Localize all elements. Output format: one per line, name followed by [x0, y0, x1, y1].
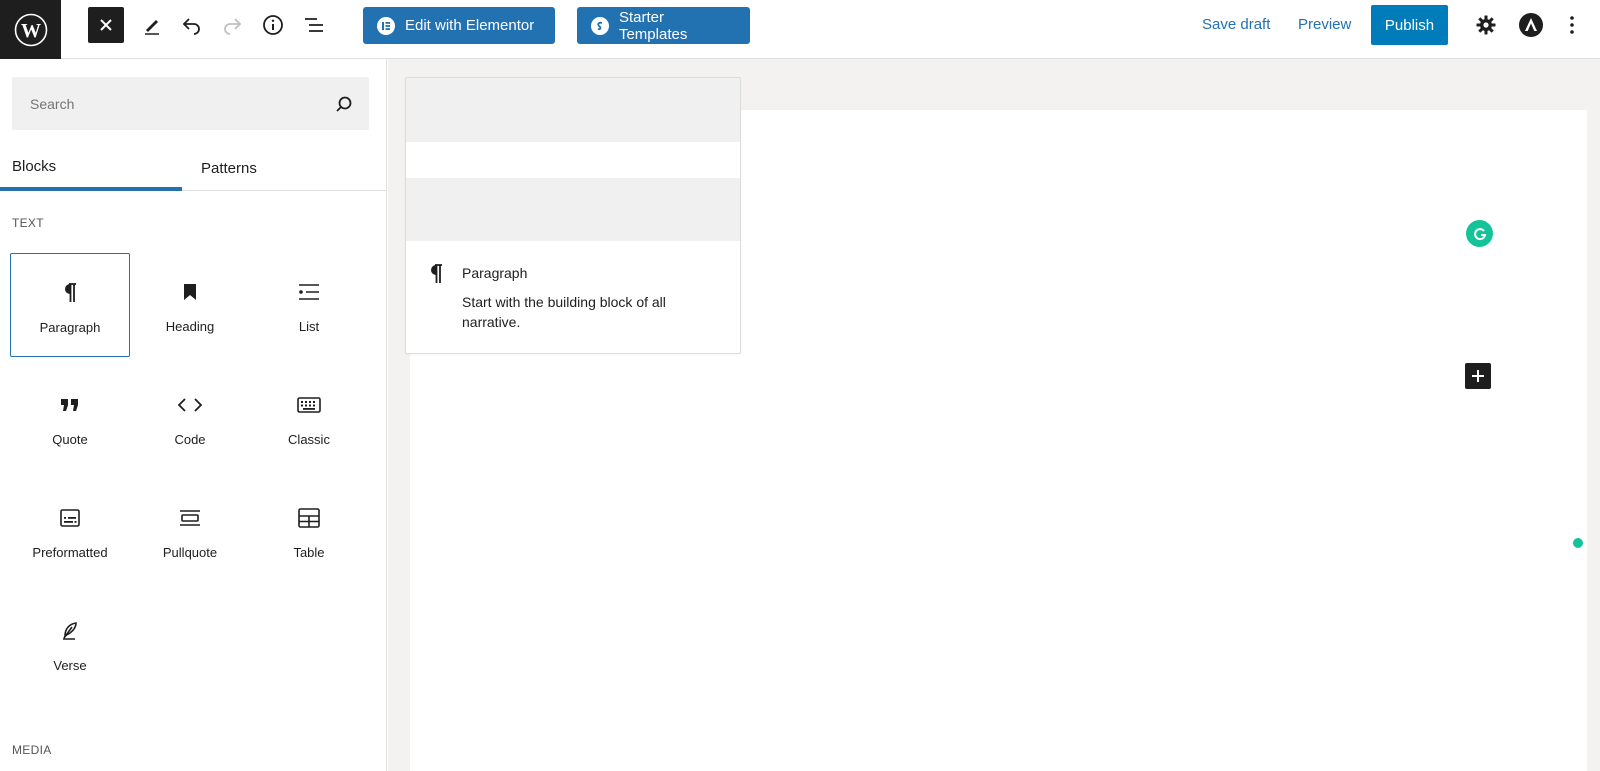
- block-label: Quote: [52, 432, 88, 447]
- list-icon: [298, 280, 320, 304]
- inserter-tabs: Blocks Patterns: [0, 145, 386, 191]
- preformatted-icon: [60, 506, 80, 530]
- astra-icon: [1519, 13, 1543, 37]
- editor-header: W Edit with Elementor Starter Templates …: [0, 0, 1600, 59]
- edit-with-elementor-button[interactable]: Edit with Elementor: [363, 7, 555, 44]
- tools-button[interactable]: [134, 7, 170, 43]
- bookmark-icon: [183, 280, 197, 304]
- block-label: Code: [174, 432, 206, 447]
- block-pullquote[interactable]: Pullquote: [130, 479, 250, 583]
- status-dot: [1573, 538, 1583, 548]
- tab-blocks[interactable]: Blocks: [0, 145, 182, 191]
- block-search-input[interactable]: [12, 77, 369, 130]
- wordpress-icon: W: [14, 13, 47, 46]
- undo-icon: [182, 18, 200, 35]
- table-icon: [298, 506, 320, 530]
- tab-patterns[interactable]: Patterns: [189, 145, 379, 191]
- block-code[interactable]: Code: [130, 366, 250, 470]
- redo-button[interactable]: [214, 7, 250, 43]
- publish-button[interactable]: Publish: [1371, 5, 1448, 45]
- block-preview-card: Paragraph Start with the building block …: [405, 77, 741, 354]
- starter-templates-icon: [591, 16, 609, 35]
- block-label: Verse: [53, 658, 87, 673]
- plus-icon: [1472, 370, 1484, 382]
- paragraph-icon: [62, 281, 78, 305]
- starter-templates-label: Starter Templates: [618, 8, 688, 43]
- keyboard-icon: [297, 393, 321, 417]
- settings-button[interactable]: [1468, 7, 1504, 43]
- preview-placeholder-top: [406, 78, 740, 142]
- block-label: Heading: [165, 319, 215, 334]
- block-heading[interactable]: Heading: [130, 253, 250, 357]
- block-search: [12, 77, 369, 130]
- code-icon: [178, 393, 202, 417]
- pullquote-icon: [179, 506, 201, 530]
- block-preformatted[interactable]: Preformatted: [10, 479, 130, 583]
- preview-button[interactable]: Preview: [1298, 16, 1351, 33]
- preview-info: Paragraph Start with the building block …: [428, 263, 702, 332]
- paragraph-icon: [428, 263, 444, 332]
- list-view-button[interactable]: [296, 7, 332, 43]
- block-label: List: [298, 319, 320, 334]
- section-label-media: MEDIA: [12, 743, 52, 757]
- search-icon: [335, 95, 353, 118]
- grammarly-button[interactable]: [1466, 220, 1493, 247]
- wordpress-logo-button[interactable]: W: [0, 0, 61, 59]
- block-label: Classic: [288, 432, 330, 447]
- preview-description: Start with the building block of all nar…: [462, 294, 666, 330]
- more-vertical-icon: [1570, 16, 1574, 34]
- add-block-button[interactable]: [1465, 363, 1491, 389]
- block-list[interactable]: List: [249, 253, 369, 357]
- close-inserter-button[interactable]: [88, 7, 124, 43]
- block-label: Paragraph: [39, 320, 101, 335]
- starter-templates-button[interactable]: Starter Templates: [577, 7, 750, 44]
- svg-text:W: W: [21, 20, 41, 42]
- options-button[interactable]: [1554, 7, 1590, 43]
- list-view-icon: [305, 18, 323, 32]
- redo-icon: [224, 18, 242, 35]
- quote-icon: [60, 393, 80, 417]
- block-classic[interactable]: Classic: [249, 366, 369, 470]
- gear-icon: [1476, 15, 1496, 35]
- pencil-icon: [145, 20, 159, 35]
- block-inserter-panel: Blocks Patterns TEXT Paragraph Heading L…: [0, 59, 387, 771]
- undo-button[interactable]: [174, 7, 210, 43]
- block-paragraph[interactable]: Paragraph: [10, 253, 130, 357]
- close-icon: [100, 19, 112, 31]
- save-draft-button[interactable]: Save draft: [1202, 16, 1270, 33]
- block-table[interactable]: Table: [249, 479, 369, 583]
- elementor-icon: [377, 16, 395, 35]
- block-verse[interactable]: Verse: [10, 592, 130, 696]
- edit-with-elementor-label: Edit with Elementor: [405, 17, 535, 34]
- feather-icon: [61, 619, 79, 643]
- section-label-text: TEXT: [12, 216, 44, 230]
- block-quote[interactable]: Quote: [10, 366, 130, 470]
- block-label: Pullquote: [162, 545, 218, 560]
- block-label: Preformatted: [32, 545, 108, 560]
- preview-placeholder-bottom: [406, 178, 740, 241]
- info-icon: [263, 15, 283, 35]
- block-label: Table: [293, 545, 325, 560]
- preview-title: Paragraph: [462, 265, 528, 281]
- astra-settings-button[interactable]: [1513, 7, 1549, 43]
- details-button[interactable]: [255, 7, 291, 43]
- grammarly-icon: [1473, 227, 1486, 240]
